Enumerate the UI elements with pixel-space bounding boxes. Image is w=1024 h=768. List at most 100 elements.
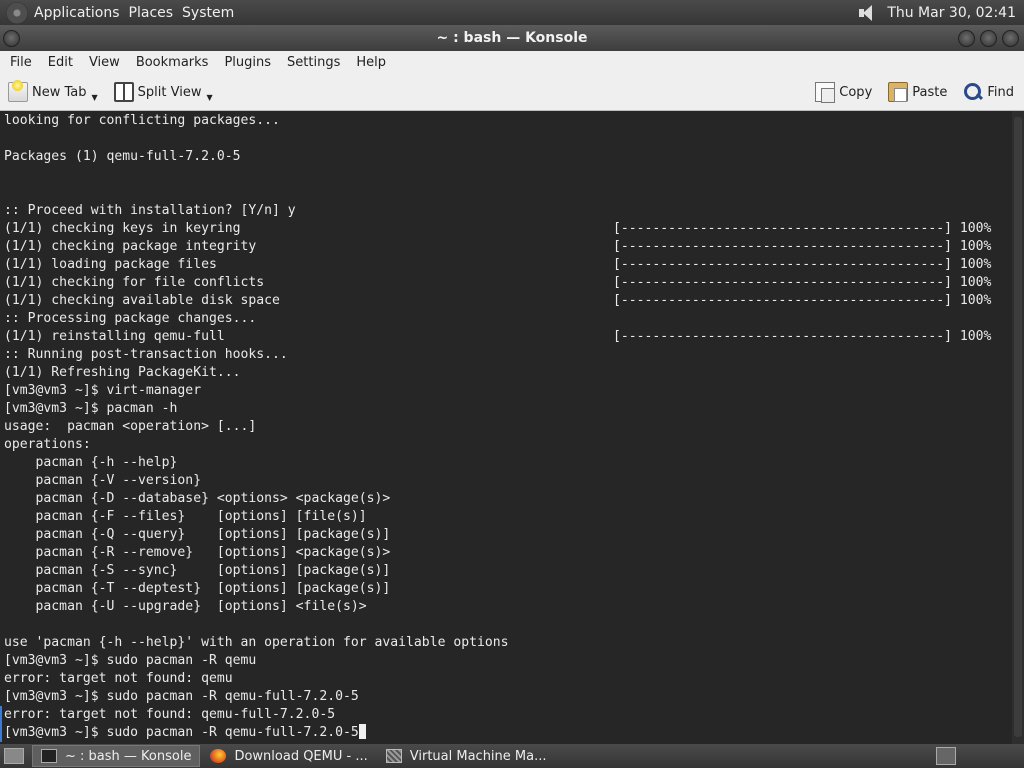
terminal-line-text: pacman {-U --upgrade} [options] <file(s)… bbox=[4, 599, 367, 614]
terminal-line: error: target not found: qemu bbox=[0, 670, 1012, 688]
taskbar-item-virt-manager[interactable]: Virtual Machine Ma... bbox=[378, 745, 555, 767]
terminal-line-text: looking for conflicting packages... bbox=[4, 113, 280, 128]
terminal-line-text: (1/1) reinstalling qemu-full bbox=[4, 329, 225, 344]
panel-tray: Thu Mar 30, 02:41 bbox=[857, 4, 1024, 22]
terminal-line-text: [vm3@vm3 ~]$ pacman -h bbox=[4, 401, 178, 416]
terminal-scrollbar[interactable] bbox=[1012, 111, 1024, 744]
terminal-line: :: Running post-transaction hooks... bbox=[0, 346, 1012, 364]
clock[interactable]: Thu Mar 30, 02:41 bbox=[887, 5, 1024, 21]
terminal-line-text: pacman {-R --remove} [options] <package(… bbox=[4, 545, 391, 560]
paste-label: Paste bbox=[912, 84, 948, 100]
taskbar-item-label: ~ : bash — Konsole bbox=[65, 748, 192, 764]
terminal-line: pacman {-T --deptest} [options] [package… bbox=[0, 580, 1012, 598]
search-icon bbox=[963, 82, 983, 102]
terminal-line: (1/1) checking for file conflicts [------… bbox=[0, 274, 1012, 292]
copy-label: Copy bbox=[839, 84, 873, 100]
terminal-line: [vm3@vm3 ~]$ sudo pacman -R qemu-full-7.… bbox=[0, 724, 1012, 742]
terminal-line: pacman {-R --remove} [options] <package(… bbox=[0, 544, 1012, 562]
terminal-line-text: pacman {-V --version} bbox=[4, 473, 202, 488]
terminal-line-text: error: target not found: qemu bbox=[4, 671, 233, 686]
taskbar-item-firefox[interactable]: Download QEMU - ... bbox=[202, 745, 375, 767]
split-view-icon bbox=[113, 82, 134, 102]
terminal-output[interactable]: looking for conflicting packages... Packa… bbox=[0, 111, 1012, 744]
scrollbar-thumb[interactable] bbox=[1014, 117, 1022, 737]
menu-view[interactable]: View bbox=[81, 55, 128, 70]
close-icon[interactable] bbox=[1002, 30, 1019, 47]
text-cursor bbox=[358, 724, 366, 739]
terminal-line-text: (1/1) checking for file conflicts bbox=[4, 275, 265, 290]
terminal-line-text: :: Running post-transaction hooks... bbox=[4, 347, 288, 362]
terminal-line-text: pacman {-h --help} bbox=[4, 455, 178, 470]
terminal-line: operations: bbox=[0, 436, 1012, 454]
terminal-line: pacman {-U --upgrade} [options] <file(s)… bbox=[0, 598, 1012, 616]
taskbar-item-label: Download QEMU - ... bbox=[234, 748, 368, 764]
terminal-line-text: pacman {-D --database} <options> <packag… bbox=[4, 491, 391, 506]
terminal-line: Packages (1) qemu-full-7.2.0-5 bbox=[0, 148, 1012, 166]
terminal-line-text: pacman {-F --files} [options] [file(s)] bbox=[4, 509, 367, 524]
window-title: ~ : bash — Konsole bbox=[436, 30, 588, 46]
terminal-line: (1/1) checking keys in keyring [---------… bbox=[0, 220, 1012, 238]
window-menu-icon[interactable] bbox=[3, 30, 20, 47]
terminal-line: pacman {-Q --query} [options] [package(s… bbox=[0, 526, 1012, 544]
terminal-line: pacman {-V --version} bbox=[0, 472, 1012, 490]
terminal-line-text: (1/1) checking available disk space bbox=[4, 293, 280, 308]
terminal-line: (1/1) loading package files [------------… bbox=[0, 256, 1012, 274]
terminal-line-text: use 'pacman {-h --help}' with an operati… bbox=[4, 635, 509, 650]
tray-window-icon[interactable] bbox=[936, 747, 956, 765]
terminal-line: [vm3@vm3 ~]$ sudo pacman -R qemu bbox=[0, 652, 1012, 670]
menu-bookmarks[interactable]: Bookmarks bbox=[128, 55, 217, 70]
terminal-line-text: :: Processing package changes... bbox=[4, 311, 257, 326]
copy-button[interactable]: Copy bbox=[807, 77, 880, 107]
terminal-line: looking for conflicting packages... bbox=[0, 112, 1012, 130]
terminal-line-text: :: Proceed with installation? [Y/n] y bbox=[4, 203, 296, 218]
split-view-label: Split View bbox=[137, 84, 202, 100]
paste-icon bbox=[888, 82, 909, 102]
new-tab-button[interactable]: New Tab ▼ bbox=[0, 77, 106, 107]
progress-bar-text: [---------------------------------------… bbox=[613, 293, 992, 308]
terminal-line-text: (1/1) checking package integrity bbox=[4, 239, 257, 254]
window-titlebar[interactable]: ~ : bash — Konsole bbox=[0, 25, 1024, 51]
terminal-line-text: [vm3@vm3 ~]$ sudo pacman -R qemu bbox=[4, 653, 257, 668]
terminal-line: pacman {-h --help} bbox=[0, 454, 1012, 472]
panel-menu-system[interactable]: System bbox=[182, 5, 243, 21]
chevron-down-icon[interactable]: ▼ bbox=[92, 93, 98, 102]
terminal-line-text: error: target not found: qemu-full-7.2.0… bbox=[4, 707, 336, 722]
find-button[interactable]: Find bbox=[955, 77, 1024, 107]
taskbar-item-konsole[interactable]: ~ : bash — Konsole bbox=[32, 745, 201, 767]
split-view-button[interactable]: Split View ▼ bbox=[106, 77, 221, 107]
volume-icon[interactable] bbox=[857, 4, 879, 22]
copy-icon bbox=[815, 82, 836, 103]
menu-help[interactable]: Help bbox=[348, 55, 394, 70]
terminal-line-text: pacman {-T --deptest} [options] [package… bbox=[4, 581, 391, 596]
terminal-line-text: pacman {-Q --query} [options] [package(s… bbox=[4, 527, 391, 542]
terminal-line: (1/1) Refreshing PackageKit... bbox=[0, 364, 1012, 382]
menu-plugins[interactable]: Plugins bbox=[216, 55, 279, 70]
taskbar-item-label: Virtual Machine Ma... bbox=[409, 748, 547, 764]
chevron-down-icon[interactable]: ▼ bbox=[206, 93, 212, 102]
terminal-line-text: [vm3@vm3 ~]$ sudo pacman -R qemu-full-7.… bbox=[4, 689, 359, 704]
terminal-line: [vm3@vm3 ~]$ virt-manager bbox=[0, 382, 1012, 400]
firefox-icon bbox=[210, 749, 227, 763]
menu-settings[interactable]: Settings bbox=[279, 55, 348, 70]
distro-logo-icon[interactable] bbox=[6, 1, 28, 24]
paste-button[interactable]: Paste bbox=[880, 77, 955, 107]
terminal-line: pacman {-D --database} <options> <packag… bbox=[0, 490, 1012, 508]
menu-file[interactable]: File bbox=[2, 55, 40, 70]
show-desktop-icon[interactable] bbox=[4, 748, 24, 764]
toolbar: New Tab ▼ Split View ▼ Copy Paste Find bbox=[0, 74, 1024, 111]
find-label: Find bbox=[987, 84, 1014, 100]
terminal-line: error: target not found: qemu-full-7.2.0… bbox=[0, 706, 1012, 724]
minimize-icon[interactable] bbox=[958, 30, 975, 47]
terminal-line-text: (1/1) loading package files bbox=[4, 257, 217, 272]
taskbar: ~ : bash — Konsole Download QEMU - ... V… bbox=[0, 744, 1024, 768]
menu-edit[interactable]: Edit bbox=[40, 55, 81, 70]
terminal-line: [vm3@vm3 ~]$ pacman -h bbox=[0, 400, 1012, 418]
maximize-icon[interactable] bbox=[980, 30, 997, 47]
panel-menu-applications[interactable]: Applications bbox=[34, 5, 129, 21]
toolbar-right-group: Copy Paste Find bbox=[807, 77, 1024, 107]
panel-menu-places[interactable]: Places bbox=[129, 5, 183, 21]
progress-bar-text: [---------------------------------------… bbox=[613, 329, 992, 344]
